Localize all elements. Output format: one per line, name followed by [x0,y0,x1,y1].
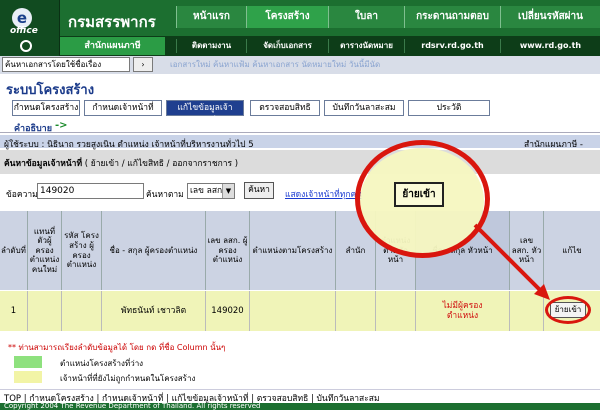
subnav-documents[interactable]: จัดเก็บเอกสาร [246,39,328,53]
power-icon[interactable] [20,40,32,52]
copyright-text: Copyright 2004 The Revenue Department of… [4,402,261,410]
legend-green-label: ตำแหน่งโครงสร้างที่ว่าง [60,359,144,368]
page-title: ระบบโครงสร้าง [6,83,95,98]
find-button[interactable]: ค้นหา [244,182,274,199]
cell-head-position [376,291,416,331]
subnav-rdsrv[interactable]: rdsrv.rd.go.th [404,39,500,53]
tab-history[interactable]: ประวัติ [408,100,490,116]
chevron-down-icon[interactable]: ▼ [222,184,234,198]
divider [0,132,600,133]
panel-title: ค้นหาข้อมูลเจ้าหน้าที่ ( ย้ายเข้า / แก้ไ… [4,156,238,170]
col-lsk[interactable]: เลข ลสก. ผู้ครอง ตำแหน่ง [206,211,250,290]
tab-define-structure[interactable]: กำหนดโครงสร้าง [12,100,80,116]
tab-define-staff[interactable]: กำหนดเจ้าหน้าที่ [84,100,162,116]
cell-replace [28,291,62,331]
quick-links[interactable]: เอกสารใหม่ ค้นหาแฟ้ม ค้นหาเอกสาร นัดหมาย… [170,58,380,71]
site-title: กรมสรรพากร [68,13,156,31]
search-by-value: เลข ลสก [190,186,223,196]
help-arrow-icon: -> [55,120,68,131]
nav-leave[interactable]: ใบลา [328,6,404,28]
nav-structure[interactable]: โครงสร้าง [246,6,328,28]
search-by-label: ค้นหาตาม [146,190,184,200]
nav-change-password[interactable]: เปลี่ยนรหัสผ่าน [500,6,600,28]
cell-lsk: 149020 [206,291,250,331]
panel-title-sub: ( ย้ายเข้า / แก้ไขสิทธิ / ออกจากราชการ ) [82,159,239,169]
cell-no: 1 [0,291,28,331]
tab-check-rights[interactable]: ตรวจสอบสิทธิ [250,100,320,116]
cell-office [336,291,376,331]
logo-letter: e [12,8,32,28]
current-unit: สำนักแผนภาษี - [524,140,583,150]
current-user: ผู้ใช้ระบบ : นิธินาถ รวยสูงเนิน ตำแหน่ง … [4,140,254,150]
sort-note: ** ท่านสามารถเรียงลำดับข้อมูลได้ โดย กด … [8,343,226,352]
subnav-tracking[interactable]: ติดตามงาน [176,39,246,53]
col-no[interactable]: ลำดับที่ [0,211,28,290]
col-structure-code[interactable]: รหัส โครง สร้าง ผู้ ครอง ตำแหน่ง [62,211,102,290]
nav-home[interactable]: หน้าแรก [176,6,246,28]
search-by-select[interactable]: เลข ลสก ▼ [187,183,235,199]
col-replace[interactable]: แทนที่ ตัวผู้ ครอง ตำแหน่ง คนใหม่ [28,211,62,290]
keyword-input[interactable]: 149020 [37,183,144,199]
show-all-staff-link[interactable]: แสดงเจ้าหน้าที่ทุกคน [285,187,362,201]
search-go-button[interactable]: › [133,57,153,72]
cell-position [250,291,336,331]
unit-pill: สำนักแผนภาษี [60,37,165,55]
cell-structure-code [62,291,102,331]
cell-name: พัทธนันท์ เชาวลิต [102,291,206,331]
keyword-label: ข้อความ [6,190,38,200]
legend-yellow-label: เจ้าหน้าที่ที่ยังไม่ถูกกำหนดในโครงสร้าง [60,374,196,383]
panel-title-main: ค้นหาข้อมูลเจ้าหน้าที่ [4,159,83,169]
logo-text: office [10,26,38,36]
legend-swatch-yellow [14,371,42,383]
eoffice-logo[interactable]: e office [0,0,60,56]
legend-swatch-green [14,356,42,368]
zoomed-move-in-button[interactable]: ย้ายเข้า [394,182,444,207]
nav-board[interactable]: กระดานถามตอบ [404,6,500,28]
subnav-rd-site[interactable]: www.rd.go.th [500,39,600,53]
tab-leave-record[interactable]: บันทึกวันลาสะสม [324,100,404,116]
pointer-arrow-icon [473,223,550,300]
subnav-appointments[interactable]: ตารางนัดหมาย [328,39,404,53]
col-position[interactable]: ตำแหน่งตามโครงสร้าง [250,211,336,290]
tab-edit-staff[interactable]: แก้ไขข้อมูลเจ้าหน้าที่ [166,100,244,127]
col-name[interactable]: ชื่อ - สกุล ผู้ครองตำแหน่ง [102,211,206,290]
document-search-input[interactable]: ค้นหาเอกสารโดยใช้ชื่อเรื่อง [2,57,130,72]
